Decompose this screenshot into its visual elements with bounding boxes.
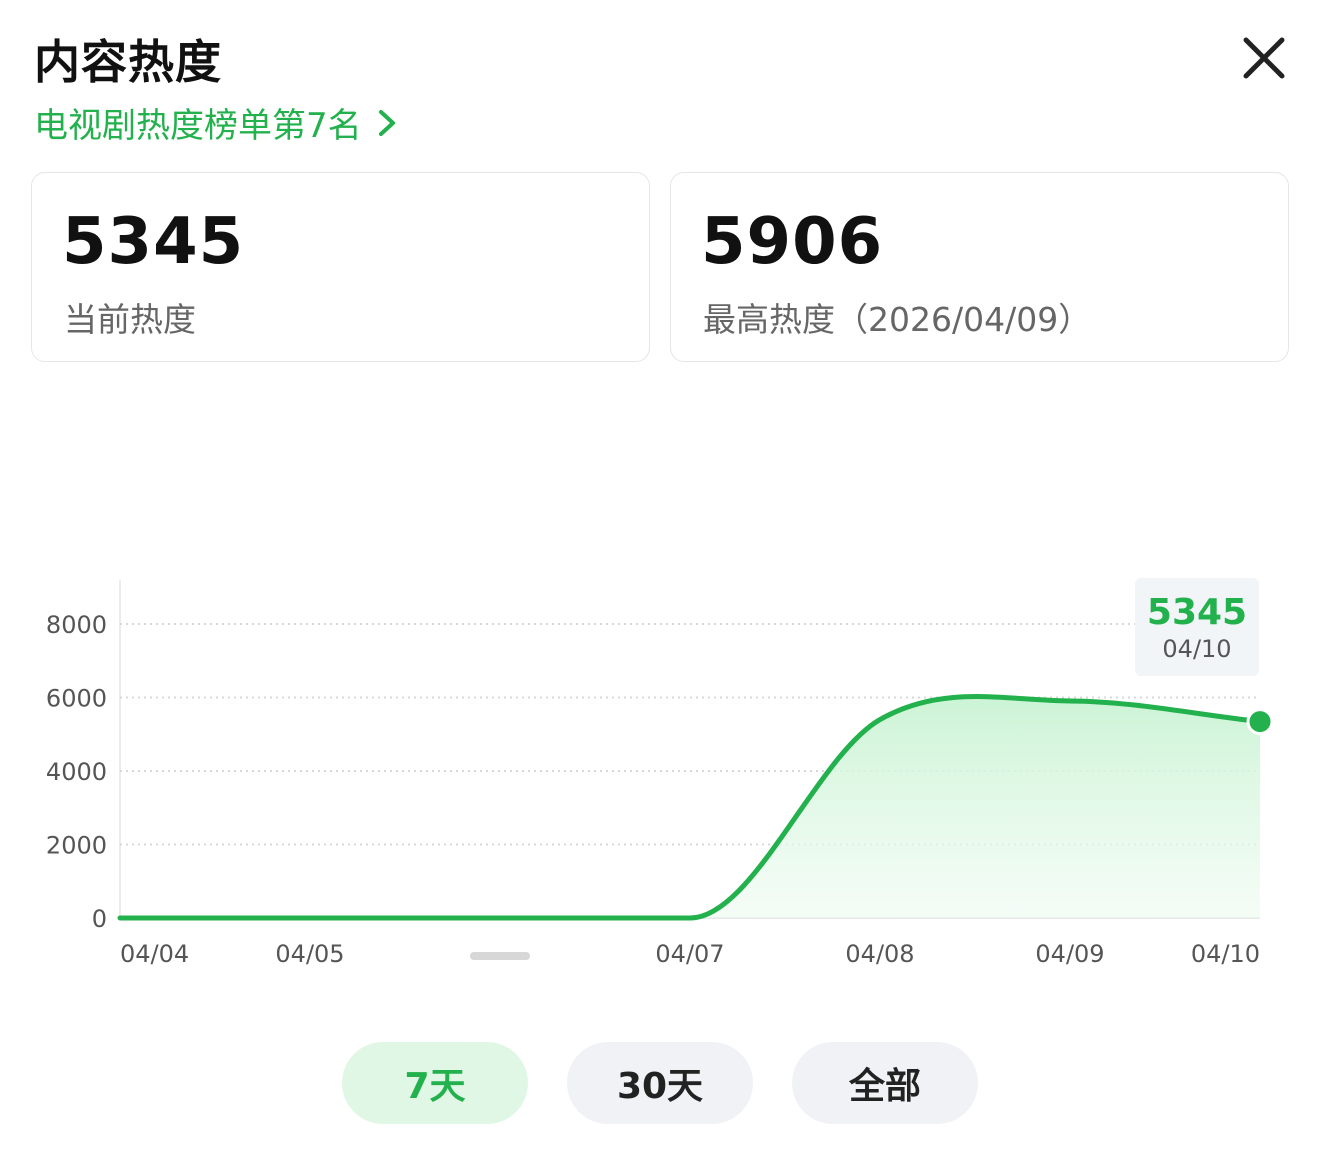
highlight-point — [1246, 708, 1274, 736]
y-tick-label: 4000 — [46, 758, 107, 786]
x-tick-label: 04/08 — [845, 940, 914, 968]
chart-tooltip: 5345 04/10 — [1135, 578, 1259, 676]
x-tick-label: 04/07 — [655, 940, 724, 968]
x-tick-label: 04/05 — [275, 940, 344, 968]
heat-chart-svg: 0 2000 4000 6000 8000 04/04 04/05 04/07 04/08 04/… — [46, 580, 1274, 968]
peak-heat-label: 最高热度（2026/04/09） — [703, 300, 1092, 339]
current-heat-label: 当前热度 — [64, 300, 196, 339]
rank-link-label: 电视剧热度榜单第7名 — [34, 106, 362, 146]
page-title: 内容热度 — [34, 35, 222, 89]
x-tick-label: 04/09 — [1035, 940, 1104, 968]
close-icon[interactable] — [1238, 32, 1290, 84]
x-tick-placeholder — [470, 952, 530, 960]
current-heat-value: 5345 — [62, 205, 245, 279]
x-tick-label: 04/10 — [1191, 940, 1260, 968]
tooltip-date: 04/10 — [1162, 635, 1232, 663]
x-tick-label: 04/04 — [120, 940, 189, 968]
tab-all[interactable]: 全部 — [792, 1042, 978, 1124]
y-tick-label: 0 — [92, 905, 107, 933]
range-tabs: 7天 30天 全部 — [0, 1042, 1319, 1124]
tab-7-days[interactable]: 7天 — [342, 1042, 528, 1124]
peak-heat-card: 5906 最高热度（2026/04/09） — [670, 172, 1289, 362]
y-tick-label: 8000 — [46, 611, 107, 639]
tooltip-value: 5345 — [1146, 592, 1248, 633]
series-area — [120, 696, 1260, 918]
y-tick-label: 6000 — [46, 685, 107, 713]
current-heat-card: 5345 当前热度 — [31, 172, 650, 362]
y-tick-label: 2000 — [46, 832, 107, 860]
chevron-right-icon — [378, 109, 395, 136]
tab-30-days[interactable]: 30天 — [567, 1042, 753, 1124]
peak-heat-value: 5906 — [701, 205, 884, 279]
rank-link[interactable]: 电视剧热度榜单第7名 — [34, 98, 398, 147]
heat-chart: 0 2000 4000 6000 8000 04/04 04/05 04/07 04/08 04/… — [0, 560, 1319, 990]
